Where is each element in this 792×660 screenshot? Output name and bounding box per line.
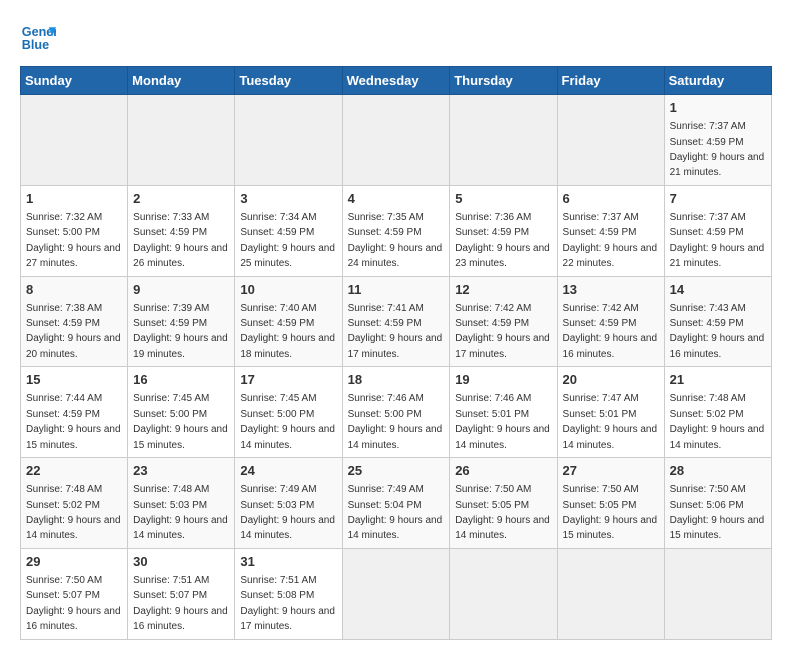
- empty-cell: [557, 548, 664, 639]
- day-cell-27: 27Sunrise: 7:50 AMSunset: 5:05 PMDayligh…: [557, 458, 664, 549]
- calendar-row: 29Sunrise: 7:50 AMSunset: 5:07 PMDayligh…: [21, 548, 772, 639]
- day-cell-12: 12Sunrise: 7:42 AMSunset: 4:59 PMDayligh…: [450, 276, 557, 367]
- day-cell-29: 29Sunrise: 7:50 AMSunset: 5:07 PMDayligh…: [21, 548, 128, 639]
- weekday-header-saturday: Saturday: [664, 67, 771, 95]
- day-cell-5: 5Sunrise: 7:36 AMSunset: 4:59 PMDaylight…: [450, 185, 557, 276]
- day-cell-19: 19Sunrise: 7:46 AMSunset: 5:01 PMDayligh…: [450, 367, 557, 458]
- weekday-header-tuesday: Tuesday: [235, 67, 342, 95]
- day-cell-26: 26Sunrise: 7:50 AMSunset: 5:05 PMDayligh…: [450, 458, 557, 549]
- weekday-header-monday: Monday: [128, 67, 235, 95]
- page-header: General Blue: [20, 20, 772, 56]
- day-cell-3: 3Sunrise: 7:34 AMSunset: 4:59 PMDaylight…: [235, 185, 342, 276]
- day-cell-10: 10Sunrise: 7:40 AMSunset: 4:59 PMDayligh…: [235, 276, 342, 367]
- day-cell-21: 21Sunrise: 7:48 AMSunset: 5:02 PMDayligh…: [664, 367, 771, 458]
- day-cell-1: 1Sunrise: 7:37 AMSunset: 4:59 PMDaylight…: [664, 95, 771, 186]
- day-cell-17: 17Sunrise: 7:45 AMSunset: 5:00 PMDayligh…: [235, 367, 342, 458]
- day-cell-24: 24Sunrise: 7:49 AMSunset: 5:03 PMDayligh…: [235, 458, 342, 549]
- day-cell-14: 14Sunrise: 7:43 AMSunset: 4:59 PMDayligh…: [664, 276, 771, 367]
- day-cell-6: 6Sunrise: 7:37 AMSunset: 4:59 PMDaylight…: [557, 185, 664, 276]
- day-cell-30: 30Sunrise: 7:51 AMSunset: 5:07 PMDayligh…: [128, 548, 235, 639]
- empty-cell: [235, 95, 342, 186]
- day-cell-4: 4Sunrise: 7:35 AMSunset: 4:59 PMDaylight…: [342, 185, 450, 276]
- weekday-header-row: SundayMondayTuesdayWednesdayThursdayFrid…: [21, 67, 772, 95]
- empty-cell: [21, 95, 128, 186]
- weekday-header-friday: Friday: [557, 67, 664, 95]
- calendar-row: 15Sunrise: 7:44 AMSunset: 4:59 PMDayligh…: [21, 367, 772, 458]
- weekday-header-thursday: Thursday: [450, 67, 557, 95]
- weekday-header-sunday: Sunday: [21, 67, 128, 95]
- day-cell-1: 1Sunrise: 7:32 AMSunset: 5:00 PMDaylight…: [21, 185, 128, 276]
- empty-cell: [450, 95, 557, 186]
- empty-cell: [450, 548, 557, 639]
- day-cell-31: 31Sunrise: 7:51 AMSunset: 5:08 PMDayligh…: [235, 548, 342, 639]
- svg-text:Blue: Blue: [22, 38, 49, 52]
- calendar-row: 8Sunrise: 7:38 AMSunset: 4:59 PMDaylight…: [21, 276, 772, 367]
- day-cell-7: 7Sunrise: 7:37 AMSunset: 4:59 PMDaylight…: [664, 185, 771, 276]
- calendar-row: 1Sunrise: 7:32 AMSunset: 5:00 PMDaylight…: [21, 185, 772, 276]
- day-cell-22: 22Sunrise: 7:48 AMSunset: 5:02 PMDayligh…: [21, 458, 128, 549]
- day-cell-2: 2Sunrise: 7:33 AMSunset: 4:59 PMDaylight…: [128, 185, 235, 276]
- empty-cell: [664, 548, 771, 639]
- logo: General Blue: [20, 20, 56, 56]
- weekday-header-wednesday: Wednesday: [342, 67, 450, 95]
- calendar-row: 22Sunrise: 7:48 AMSunset: 5:02 PMDayligh…: [21, 458, 772, 549]
- empty-cell: [342, 548, 450, 639]
- calendar-table: SundayMondayTuesdayWednesdayThursdayFrid…: [20, 66, 772, 640]
- day-cell-25: 25Sunrise: 7:49 AMSunset: 5:04 PMDayligh…: [342, 458, 450, 549]
- logo-icon: General Blue: [20, 20, 56, 56]
- day-cell-8: 8Sunrise: 7:38 AMSunset: 4:59 PMDaylight…: [21, 276, 128, 367]
- day-cell-28: 28Sunrise: 7:50 AMSunset: 5:06 PMDayligh…: [664, 458, 771, 549]
- day-cell-16: 16Sunrise: 7:45 AMSunset: 5:00 PMDayligh…: [128, 367, 235, 458]
- day-cell-9: 9Sunrise: 7:39 AMSunset: 4:59 PMDaylight…: [128, 276, 235, 367]
- empty-cell: [342, 95, 450, 186]
- empty-cell: [557, 95, 664, 186]
- day-cell-11: 11Sunrise: 7:41 AMSunset: 4:59 PMDayligh…: [342, 276, 450, 367]
- day-cell-18: 18Sunrise: 7:46 AMSunset: 5:00 PMDayligh…: [342, 367, 450, 458]
- empty-cell: [128, 95, 235, 186]
- day-cell-20: 20Sunrise: 7:47 AMSunset: 5:01 PMDayligh…: [557, 367, 664, 458]
- day-cell-15: 15Sunrise: 7:44 AMSunset: 4:59 PMDayligh…: [21, 367, 128, 458]
- calendar-row: 1Sunrise: 7:37 AMSunset: 4:59 PMDaylight…: [21, 95, 772, 186]
- day-cell-23: 23Sunrise: 7:48 AMSunset: 5:03 PMDayligh…: [128, 458, 235, 549]
- day-cell-13: 13Sunrise: 7:42 AMSunset: 4:59 PMDayligh…: [557, 276, 664, 367]
